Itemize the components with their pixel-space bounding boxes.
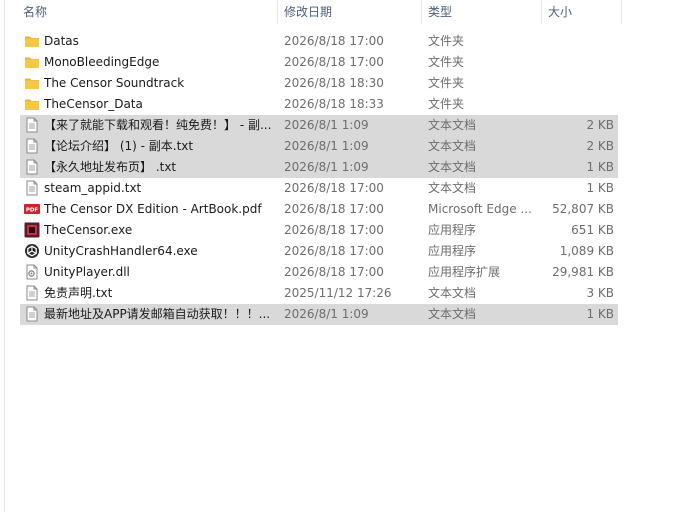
file-name: UnityPlayer.dll (44, 265, 130, 279)
file-row[interactable]: Datas 2026/8/18 17:00 文件夹 (20, 31, 618, 52)
file-name: MonoBleedingEdge (44, 55, 160, 69)
file-date: 2026/8/18 18:30 (284, 76, 384, 90)
file-name: steam_appid.txt (44, 181, 142, 195)
file-size: 52,807 KB (552, 202, 614, 216)
file-row[interactable]: UnityPlayer.dll 2026/8/18 17:00 应用程序扩展 29,9… (20, 262, 618, 283)
game-app-icon (24, 222, 40, 238)
file-date: 2026/8/18 17:00 (284, 34, 384, 48)
file-date: 2026/8/18 17:00 (284, 181, 384, 195)
file-size (540, 94, 614, 115)
file-name: The Censor Soundtrack (44, 76, 185, 90)
column-header-size[interactable]: 大小 (548, 0, 572, 24)
file-type: 文件夹 (428, 76, 465, 90)
file-row[interactable]: steam_appid.txt 2026/8/18 17:00 文本文档 1 KB (20, 178, 618, 199)
file-name: UnityCrashHandler64.exe (44, 244, 198, 258)
file-size: 1 KB (586, 160, 614, 174)
text-file-icon (24, 180, 40, 196)
file-row[interactable]: TheCensor_Data 2026/8/18 18:33 文件夹 (20, 94, 618, 115)
file-type: 文本文档 (428, 160, 477, 174)
file-type: 文件夹 (428, 97, 465, 111)
file-size: 651 KB (571, 223, 614, 237)
file-row[interactable]: 【来了就能下载和观看！纯免费！】 - 副... 2026/8/1 1:09 文本文档… (20, 115, 618, 136)
file-name: TheCensor.exe (44, 223, 133, 237)
text-file-icon (24, 117, 40, 133)
file-size: 1,089 KB (559, 244, 614, 258)
file-row[interactable]: 最新地址及APP请发邮箱自动获取！！！... 2026/8/1 1:09 文本文档 1… (20, 304, 618, 325)
folder-icon (24, 75, 40, 91)
file-date: 2026/8/18 17:00 (284, 202, 384, 216)
svg-text:PDF: PDF (26, 208, 39, 214)
file-date: 2026/8/18 17:00 (284, 244, 384, 258)
file-type: 应用程序 (428, 223, 477, 237)
file-size (540, 52, 614, 73)
file-size: 1 KB (586, 181, 614, 195)
file-type: Microsoft Edge ... (428, 202, 532, 216)
file-row[interactable]: TheCensor.exe 2026/8/18 17:00 应用程序 651 KB (20, 220, 618, 241)
file-row[interactable]: UnityCrashHandler64.exe 2026/8/18 17:00 应用… (20, 241, 618, 262)
file-row[interactable]: MonoBleedingEdge 2026/8/18 17:00 文件夹 (20, 52, 618, 73)
column-header-type[interactable]: 类型 (428, 0, 452, 24)
column-header-date[interactable]: 修改日期 (284, 0, 332, 24)
file-date: 2026/8/18 17:00 (284, 265, 384, 279)
file-name: 最新地址及APP请发邮箱自动获取！！！... (44, 307, 271, 321)
file-date: 2026/8/1 1:09 (284, 139, 369, 153)
file-size: 1 KB (586, 307, 614, 321)
text-file-icon (24, 306, 40, 322)
column-divider[interactable] (421, 0, 422, 24)
file-date: 2026/8/1 1:09 (284, 160, 369, 174)
pdf-icon: PDF (24, 201, 40, 217)
file-size (540, 73, 614, 94)
file-date: 2026/8/1 1:09 (284, 118, 369, 132)
file-name: 免责声明.txt (44, 286, 113, 300)
file-date: 2026/8/18 18:33 (284, 97, 384, 111)
unity-icon (24, 243, 40, 259)
sort-arrow-icon: ⌃ (143, 0, 150, 3)
file-type: 文件夹 (428, 34, 465, 48)
file-size: 2 KB (586, 118, 614, 132)
file-type: 应用程序扩展 (428, 265, 501, 279)
file-row[interactable]: 【永久地址发布页】 .txt 2026/8/1 1:09 文本文档 1 KB (20, 157, 618, 178)
file-type: 应用程序 (428, 244, 477, 258)
column-divider[interactable] (277, 0, 278, 24)
file-type: 文件夹 (428, 55, 465, 69)
file-row[interactable]: The Censor Soundtrack 2026/8/18 18:30 文件夹 (20, 73, 618, 94)
file-type: 文本文档 (428, 286, 477, 300)
file-date: 2026/8/18 17:00 (284, 223, 384, 237)
file-name: 【来了就能下载和观看！纯免费！】 - 副... (44, 118, 272, 132)
file-name: TheCensor_Data (44, 97, 143, 111)
folder-icon (24, 96, 40, 112)
column-header-bar: ⌃ 名称 修改日期 类型 大小 (0, 0, 698, 24)
file-name: 【永久地址发布页】 .txt (44, 160, 177, 174)
file-row[interactable]: PDF The Censor DX Edition - ArtBook.pdf 20… (20, 199, 618, 220)
text-file-icon (24, 159, 40, 175)
file-name: The Censor DX Edition - ArtBook.pdf (44, 202, 262, 216)
file-row[interactable]: 免责声明.txt 2025/11/12 17:26 文本文档 3 KB (20, 283, 618, 304)
text-file-icon (24, 285, 40, 301)
text-file-icon (24, 138, 40, 154)
window-left-edge (4, 0, 5, 512)
file-size: 2 KB (586, 139, 614, 153)
file-name: 【论坛介绍】 (1) - 副本.txt (44, 139, 194, 153)
file-type: 文本文档 (428, 307, 477, 321)
file-date: 2026/8/18 17:00 (284, 55, 384, 69)
file-date: 2026/8/1 1:09 (284, 307, 369, 321)
file-name: Datas (44, 34, 79, 48)
file-size (540, 31, 614, 52)
file-type: 文本文档 (428, 181, 477, 195)
dll-file-icon (24, 264, 40, 280)
folder-icon (24, 33, 40, 49)
file-size: 29,981 KB (552, 265, 614, 279)
column-divider[interactable] (541, 0, 542, 24)
file-type: 文本文档 (428, 118, 477, 132)
folder-icon (24, 54, 40, 70)
column-header-name[interactable]: 名称 (23, 0, 47, 24)
column-divider[interactable] (621, 0, 622, 24)
file-date: 2025/11/12 17:26 (284, 286, 392, 300)
file-size: 3 KB (586, 286, 614, 300)
file-row[interactable]: 【论坛介绍】 (1) - 副本.txt 2026/8/1 1:09 文本文档 2 KB (20, 136, 618, 157)
file-type: 文本文档 (428, 139, 477, 153)
